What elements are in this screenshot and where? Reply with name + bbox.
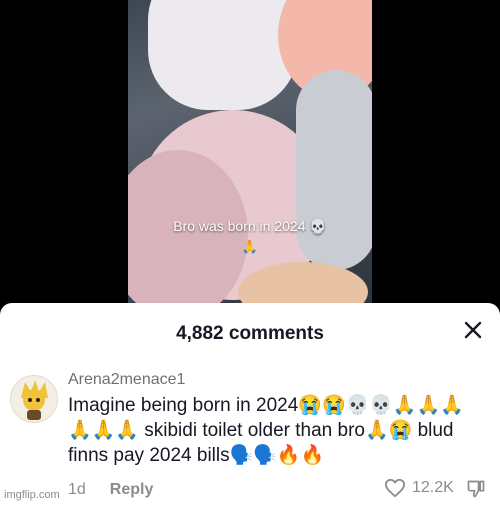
comment-meta: 1d Reply — [68, 481, 153, 499]
video-caption-emoji: 🙏 — [241, 240, 259, 255]
dislike-button[interactable] — [466, 479, 486, 503]
video-frame: Bro was born in 2024 💀 🙏 — [128, 0, 372, 306]
close-icon — [464, 321, 482, 339]
watermark: imgflip.com — [4, 489, 60, 501]
close-button[interactable] — [460, 317, 486, 343]
comments-count-title: 4,882 comments — [176, 323, 324, 344]
comment-username[interactable]: Arena2menace1 — [68, 371, 185, 389]
video-caption: Bro was born in 2024 💀 — [173, 218, 327, 234]
mitten-shape — [148, 0, 298, 110]
comment-age: 1d — [68, 481, 86, 498]
like-button[interactable]: 12.2K — [384, 478, 454, 498]
comment-text: Imagine being born in 2024😭😭💀💀🙏🙏🙏 🙏🙏🙏 sk… — [68, 395, 464, 466]
avatar-character-icon — [21, 380, 48, 420]
comments-sheet: 4,882 comments Arena2menace1 Imagine bei… — [0, 303, 500, 506]
video-player[interactable]: Bro was born in 2024 💀 🙏 — [0, 0, 500, 306]
avatar[interactable] — [10, 375, 58, 423]
reply-button[interactable]: Reply — [110, 481, 154, 498]
like-count: 12.2K — [412, 479, 454, 496]
heart-icon — [384, 478, 405, 498]
thumbs-down-icon — [467, 480, 485, 498]
